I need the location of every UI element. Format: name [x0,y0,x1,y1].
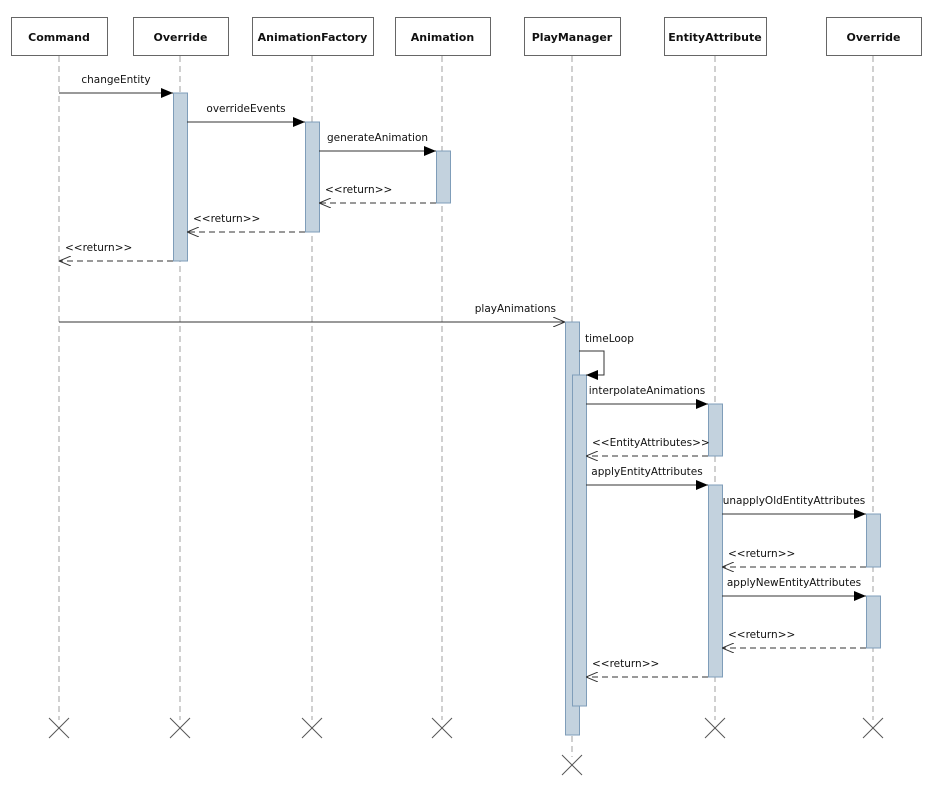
message-label: <<return>> [728,629,795,641]
activation-bar [708,403,723,457]
activation-bar [572,374,587,707]
participant-entityattribute[interactable]: EntityAttribute [664,17,767,56]
message-label: applyEntityAttributes [591,466,702,478]
message-5[interactable]: <<return>> [59,242,173,261]
destroy-icon [561,754,583,776]
message-label: <<return>> [728,548,795,560]
message-2[interactable]: generateAnimation [319,132,436,156]
message-label: applyNewEntityAttributes [727,577,861,589]
participant-override[interactable]: Override [133,17,229,56]
message-1[interactable]: overrideEvents [187,103,305,127]
participant-override[interactable]: Override [826,17,922,56]
message-9[interactable]: <<EntityAttributes>> [586,437,710,456]
activation-bar [866,595,881,649]
destroy-icon [704,717,726,739]
message-label: <<return>> [325,184,392,196]
message-14[interactable]: <<return>> [722,629,866,648]
message-label: <<return>> [65,242,132,254]
destroy-icon [862,717,884,739]
message-10[interactable]: applyEntityAttributes [586,466,708,490]
destroy-icon [301,717,323,739]
participant-name: AnimationFactory [258,31,368,44]
message-label: timeLoop [585,333,634,345]
activation-bar [866,513,881,568]
message-arrow [579,350,605,380]
message-12[interactable]: <<return>> [722,548,866,567]
participant-playmanager[interactable]: PlayManager [524,17,621,56]
message-label: <<return>> [193,213,260,225]
destroy-icon [169,717,191,739]
participant-name: Override [847,31,901,44]
message-label: <<EntityAttributes>> [592,437,710,449]
destroy-icon [48,717,70,739]
message-3[interactable]: <<return>> [319,184,436,203]
activation-bar [436,150,451,204]
participant-name: Animation [411,31,474,44]
activation-bar [708,484,723,678]
participant-animationfactory[interactable]: AnimationFactory [252,17,374,56]
participant-name: Command [28,31,90,44]
participant-command[interactable]: Command [11,17,108,56]
participant-name: Override [154,31,208,44]
participant-name: EntityAttribute [668,31,761,44]
message-label: unapplyOldEntityAttributes [723,495,866,507]
destroy-icon [431,717,453,739]
message-7[interactable]: timeLoop [579,333,634,380]
activation-bar [305,121,320,233]
message-8[interactable]: interpolateAnimations [586,385,708,409]
message-label: interpolateAnimations [589,385,705,397]
participant-name: PlayManager [532,31,613,44]
activation-bar [173,92,188,262]
message-15[interactable]: <<return>> [586,658,708,677]
message-4[interactable]: <<return>> [187,213,305,232]
participant-animation[interactable]: Animation [395,17,491,56]
message-label: playAnimations [475,303,556,315]
message-11[interactable]: unapplyOldEntityAttributes [722,495,866,519]
message-0[interactable]: changeEntity [59,74,173,98]
message-13[interactable]: applyNewEntityAttributes [722,577,866,601]
message-label: overrideEvents [206,103,285,115]
message-label: generateAnimation [327,132,428,144]
message-label: changeEntity [81,74,150,86]
message-label: <<return>> [592,658,659,670]
sequence-diagram: changeEntity overrideEvents generateAnimat… [11,17,922,776]
